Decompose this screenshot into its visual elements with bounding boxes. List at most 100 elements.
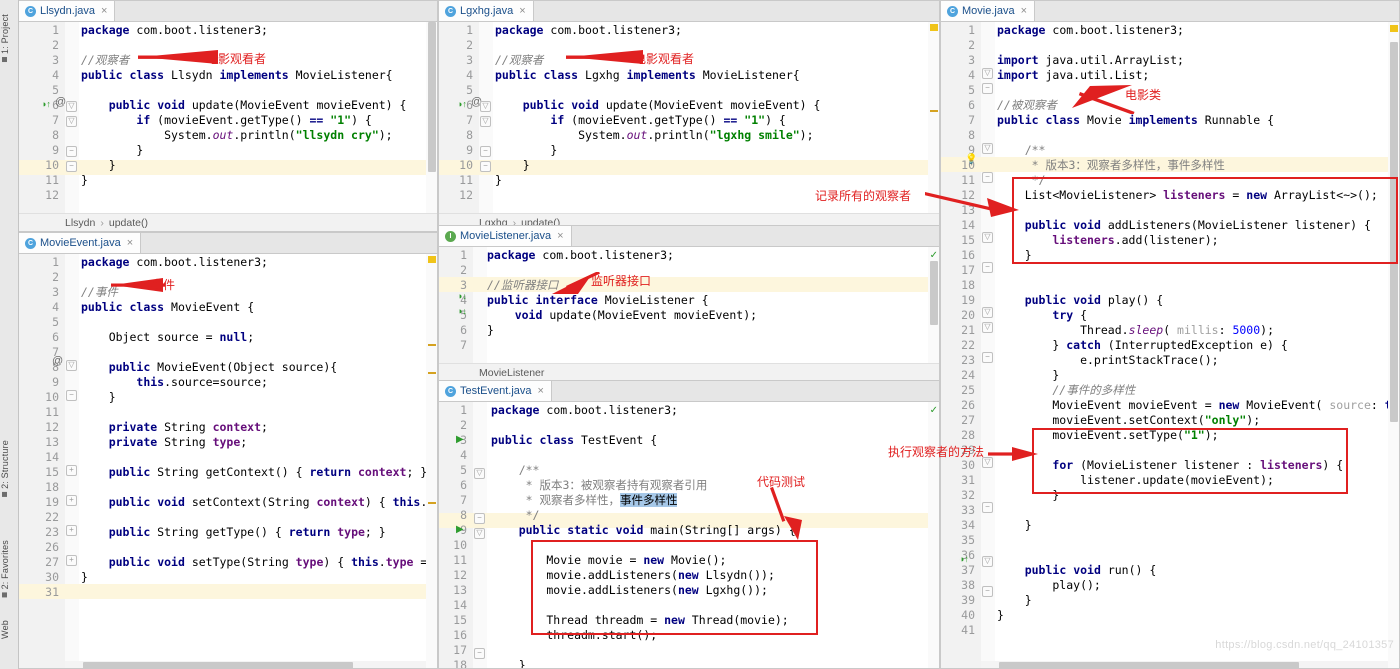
vertical-scrollbar[interactable] <box>1388 22 1399 668</box>
code-line[interactable]: * 版本3：观察者多样性，事件多样性 <box>997 158 1225 173</box>
tab-llsydn-java[interactable]: C Llsydn.java × <box>19 1 116 21</box>
run-main-icon[interactable]: ▶ <box>456 525 464 535</box>
fold-arrow-icon[interactable]: − <box>982 262 993 273</box>
tab-movielistener-java[interactable]: I MovieListener.java × <box>439 226 572 246</box>
tool-window-web[interactable]: Web <box>0 620 18 639</box>
source-code[interactable]: 1 package com.boot.listener3; 2 3//事件 4 publi… <box>19 254 437 603</box>
breadcrumb-class[interactable]: Llsydn <box>65 217 95 229</box>
code-line[interactable]: public class MovieEvent { <box>81 300 254 315</box>
code-line[interactable]: public class Lgxhg implements MovieListe… <box>495 68 800 83</box>
horizontal-scrollbar[interactable] <box>65 661 426 668</box>
code-line[interactable]: } <box>487 323 494 338</box>
fold-arrow-icon[interactable]: − <box>66 161 77 172</box>
fold-arrow-icon[interactable]: ▽ <box>982 232 993 243</box>
inspection-ok-icon[interactable]: ✓ <box>930 250 938 261</box>
breadcrumb[interactable]: Llsydn › update() <box>19 213 437 231</box>
code-line[interactable]: } <box>495 173 502 188</box>
fold-arrow-icon[interactable]: ▽ <box>480 101 491 112</box>
code-line[interactable]: System.out.println("lgxhg smile"); <box>495 128 813 143</box>
code-line[interactable]: threadm.start(); <box>491 628 657 643</box>
code-line[interactable]: //事件的多样性 <box>997 383 1135 398</box>
source-code[interactable]: 1 package com.boot.listener3; 2 3//监听器接口 4 pu… <box>439 247 939 356</box>
code-line[interactable]: public static void main(String[] args) { <box>491 523 796 538</box>
fold-arrow-icon[interactable]: − <box>480 161 491 172</box>
code-line[interactable]: public String getType() { return type; } <box>81 525 386 540</box>
editor-panel-movie[interactable]: C Movie.java × 1 package com.boot.listene… <box>940 0 1400 669</box>
code-line[interactable]: public void setType(String type) { this.… <box>81 555 437 570</box>
code-line[interactable]: //被观察者 <box>997 98 1057 113</box>
code-line[interactable]: package com.boot.listener3; <box>487 248 674 263</box>
code-line[interactable]: this.source=source; <box>81 375 268 390</box>
code-line[interactable]: movieEvent.setType("1"); <box>997 428 1218 443</box>
implementing-method-icon[interactable]: ◑↑ <box>959 555 969 564</box>
fold-arrow-icon[interactable]: − <box>480 146 491 157</box>
code-line[interactable]: package com.boot.listener3; <box>495 23 682 38</box>
close-icon[interactable]: × <box>1021 5 1027 17</box>
code-line[interactable]: if (movieEvent.getType() == "1") { <box>81 113 371 128</box>
fold-arrow-icon[interactable]: − <box>982 83 993 94</box>
code-line[interactable]: } catch (InterruptedException e) { <box>997 338 1287 353</box>
tab-movie-java[interactable]: C Movie.java × <box>941 1 1036 21</box>
tab-testevent-java[interactable]: C TestEvent.java × <box>439 381 552 401</box>
code-line[interactable]: * 观察者多样性，事件多样性 <box>491 493 678 508</box>
code-area[interactable]: 1 package com.boot.listener3; 2 3//事件 4 publi… <box>19 254 437 668</box>
code-line[interactable]: /** <box>491 463 540 478</box>
implemented-by-icon[interactable]: ◑↓ <box>457 292 467 301</box>
implemented-by-icon[interactable]: ◑↓ <box>457 307 467 316</box>
code-line[interactable]: } <box>997 593 1032 608</box>
editor-panel-testevent[interactable]: C TestEvent.java × 1 package com.boot.lis… <box>438 380 940 669</box>
close-icon[interactable]: × <box>538 385 544 397</box>
fold-arrow-icon[interactable]: ▽ <box>982 307 993 318</box>
code-line[interactable]: import java.util.ArrayList; <box>997 53 1184 68</box>
code-line[interactable]: movie.addListeners(new Llsydn()); <box>491 568 775 583</box>
code-line[interactable]: play(); <box>997 578 1100 593</box>
fold-arrow-icon[interactable]: + <box>66 465 77 476</box>
fold-arrow-icon[interactable]: ▽ <box>66 116 77 127</box>
code-line[interactable]: } <box>491 658 526 668</box>
code-line[interactable]: //观察者 <box>495 53 543 68</box>
code-line[interactable]: /** <box>997 143 1046 158</box>
source-code[interactable]: 1 package com.boot.listener3; 2 3 import jav… <box>941 22 1399 641</box>
code-line[interactable]: import java.util.List; <box>997 68 1149 83</box>
code-line[interactable]: public String getContext() { return cont… <box>81 465 428 480</box>
code-line[interactable]: System.out.println("llsydn cry"); <box>81 128 393 143</box>
fold-arrow-icon[interactable]: − <box>982 502 993 513</box>
code-area[interactable]: 1 package com.boot.listener3; 2 3 public cla… <box>439 402 939 668</box>
fold-arrow-icon[interactable]: ▽ <box>480 116 491 127</box>
code-line[interactable]: listener.update(movieEvent); <box>997 473 1274 488</box>
close-icon[interactable]: × <box>127 237 133 249</box>
fold-arrow-icon[interactable]: ▽ <box>982 556 993 567</box>
code-line[interactable]: package com.boot.listener3; <box>997 23 1184 38</box>
horizontal-scrollbar[interactable] <box>981 661 1388 668</box>
code-line[interactable]: * 版本3：被观察者持有观察者引用 <box>491 478 708 493</box>
code-line[interactable]: } <box>81 143 143 158</box>
fold-arrow-icon[interactable]: − <box>474 648 485 659</box>
code-line[interactable]: e.printStackTrace(); <box>997 353 1218 368</box>
fold-arrow-icon[interactable]: + <box>66 555 77 566</box>
fold-arrow-icon[interactable]: ▽ <box>474 468 485 479</box>
code-line[interactable]: Thread.sleep( millis: 5000); <box>997 323 1274 338</box>
fold-arrow-icon[interactable]: − <box>474 513 485 524</box>
source-code[interactable]: 1 package com.boot.listener3; 2 3 public cla… <box>439 402 939 668</box>
breadcrumb-class[interactable]: MovieListener <box>479 367 544 379</box>
code-line[interactable]: for (MovieListener listener : listeners)… <box>997 458 1343 473</box>
code-line[interactable]: } <box>81 570 88 585</box>
implementing-method-icon[interactable]: ◑↑ <box>457 100 467 109</box>
inspection-ok-icon[interactable]: ✓ <box>930 405 938 416</box>
code-line[interactable]: public class TestEvent { <box>491 433 657 448</box>
code-line[interactable]: public void update(MovieEvent movieEvent… <box>81 98 407 113</box>
code-line[interactable]: private String context; <box>81 420 268 435</box>
scroll-thumb[interactable] <box>930 261 938 325</box>
code-line[interactable]: private String type; <box>81 435 248 450</box>
editor-panel-movielistener[interactable]: I MovieListener.java × 1 package com.boot… <box>438 225 940 382</box>
close-icon[interactable]: × <box>519 5 525 17</box>
code-line[interactable]: if (movieEvent.getType() == "1") { <box>495 113 785 128</box>
code-line[interactable]: Thread threadm = new Thread(movie); <box>491 613 788 628</box>
vertical-scrollbar[interactable] <box>426 254 437 668</box>
code-line[interactable]: } <box>997 608 1004 623</box>
code-line[interactable]: } <box>997 488 1059 503</box>
implementing-method-icon[interactable]: ◑↑ <box>41 100 51 109</box>
code-line[interactable]: public void run() { <box>997 563 1157 578</box>
vertical-scrollbar[interactable]: ✓ <box>928 247 939 366</box>
vertical-scrollbar[interactable] <box>426 22 437 216</box>
